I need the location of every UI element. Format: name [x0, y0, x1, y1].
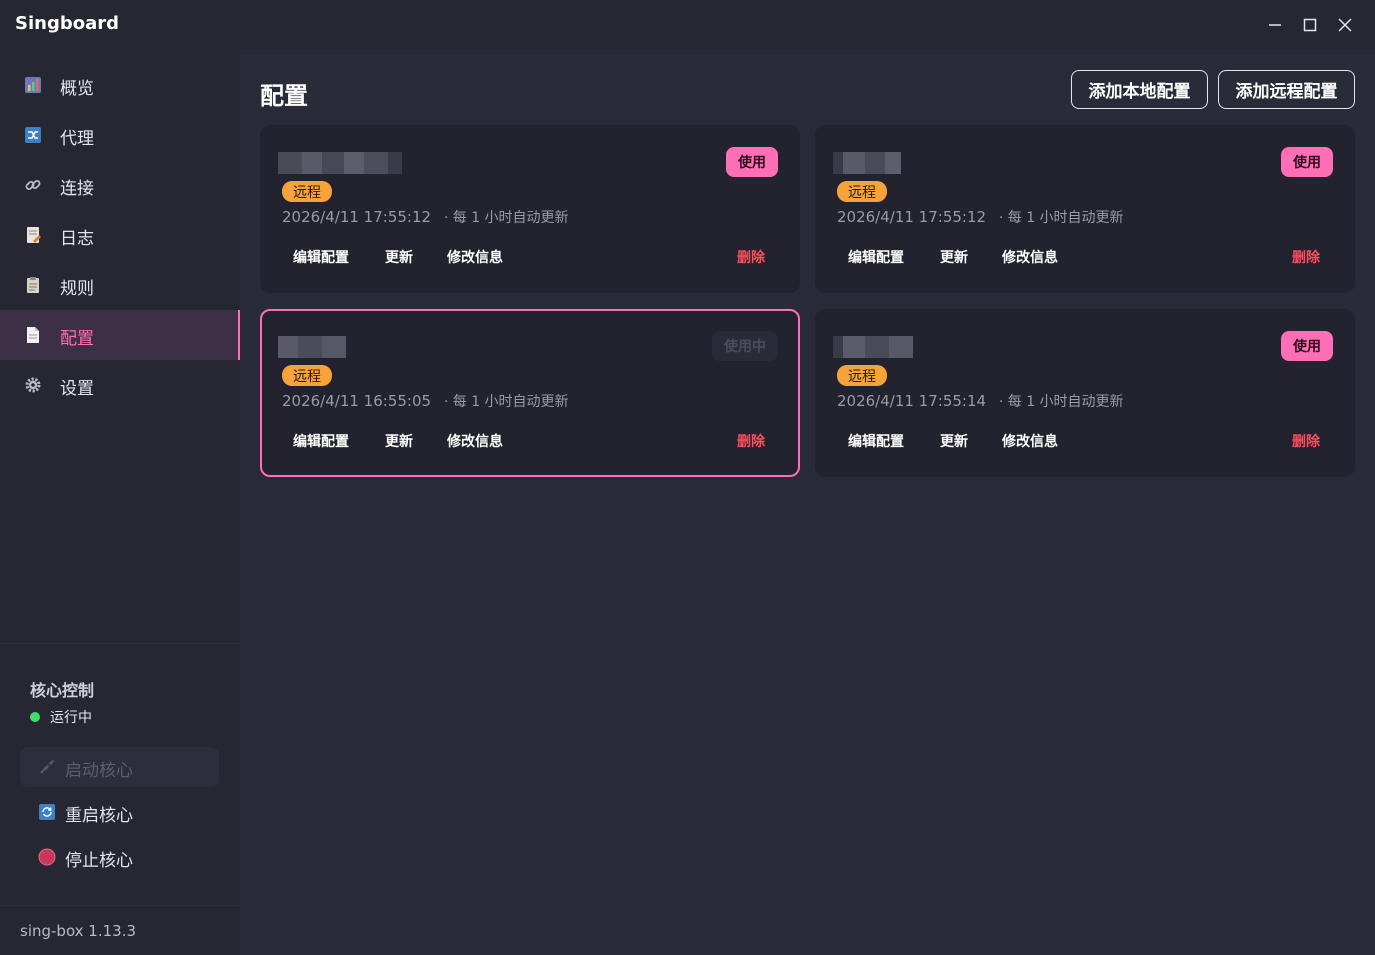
- restart-core-button[interactable]: 重启核心: [20, 792, 219, 832]
- main-content: 配置 添加本地配置 添加远程配置 使用 远程 2026/4/11 17:55:1…: [240, 50, 1375, 955]
- close-button[interactable]: [1330, 10, 1360, 40]
- use-profile-button[interactable]: 使用: [1281, 147, 1333, 177]
- core-status: 运行中: [30, 707, 92, 727]
- core-status-text: 运行中: [50, 710, 92, 726]
- gear-icon: [24, 376, 42, 394]
- modify-info-button[interactable]: 修改信息: [447, 247, 503, 267]
- sidebar-item-logs[interactable]: 日志: [0, 210, 240, 260]
- version-text: sing-box 1.13.3: [20, 922, 137, 940]
- delete-profile-button[interactable]: 删除: [737, 247, 765, 267]
- stop-core-label: 停止核心: [65, 851, 133, 871]
- maximize-button[interactable]: [1295, 10, 1325, 40]
- profile-card-active: 使用中 远程 2026/4/11 16:55:05 · 每 1 小时自动更新 编…: [260, 309, 800, 477]
- sidebar-item-label: 连接: [60, 179, 94, 199]
- profile-actions: 编辑配置 更新 修改信息 删除: [262, 431, 802, 455]
- profile-timestamp: 2026/4/11 17:55:12: [282, 208, 432, 226]
- add-local-profile-button[interactable]: 添加本地配置: [1071, 70, 1208, 109]
- page-title: 配置: [260, 82, 308, 110]
- profile-actions: 编辑配置 更新 修改信息 删除: [260, 247, 800, 271]
- profile-name-redacted: [278, 152, 402, 174]
- log-icon: [24, 226, 42, 244]
- profile-timestamp: 2026/4/11 17:55:14: [837, 392, 987, 410]
- delete-profile-button[interactable]: 删除: [1292, 431, 1320, 451]
- sidebar: 概览 代理 连接 日志 规则 配置 设置 核心控制 运行中 启动核心 重启核心 …: [0, 50, 240, 955]
- minimize-icon: [1269, 24, 1281, 26]
- profile-auto-update: · 每 1 小时自动更新: [443, 394, 569, 410]
- modify-info-button[interactable]: 修改信息: [1002, 247, 1058, 267]
- profile-name-redacted: [833, 152, 901, 174]
- rules-icon: [24, 276, 42, 294]
- remote-badge: 远程: [837, 181, 887, 202]
- sidebar-item-label: 日志: [60, 229, 94, 249]
- profile-card: 使用 远程 2026/4/11 17:55:14 · 每 1 小时自动更新 编辑…: [815, 309, 1355, 477]
- modify-info-button[interactable]: 修改信息: [1002, 431, 1058, 451]
- profile-meta: 2026/4/11 17:55:14 · 每 1 小时自动更新: [837, 391, 1124, 411]
- sidebar-item-label: 设置: [60, 379, 94, 399]
- link-icon: [24, 176, 42, 194]
- restart-core-label: 重启核心: [65, 806, 133, 826]
- profile-timestamp: 2026/4/11 17:55:12: [837, 208, 987, 226]
- stop-icon: [38, 848, 56, 866]
- minimize-button[interactable]: [1260, 10, 1290, 40]
- chart-icon: [24, 76, 42, 94]
- profile-actions: 编辑配置 更新 修改信息 删除: [815, 247, 1355, 271]
- status-dot-icon: [30, 712, 40, 722]
- profile-auto-update: · 每 1 小时自动更新: [443, 210, 569, 226]
- profile-name-redacted: [833, 336, 913, 358]
- sidebar-item-profiles[interactable]: 配置: [0, 310, 240, 360]
- stop-core-button[interactable]: 停止核心: [20, 837, 219, 877]
- shuffle-icon: [24, 126, 42, 144]
- title-bar: Singboard: [0, 0, 1375, 50]
- remote-badge: 远程: [282, 181, 332, 202]
- profile-name-redacted: [278, 336, 346, 358]
- sidebar-item-proxy[interactable]: 代理: [0, 110, 240, 160]
- sidebar-item-label: 配置: [60, 329, 94, 349]
- in-use-indicator: 使用中: [712, 331, 778, 361]
- edit-profile-button[interactable]: 编辑配置: [848, 247, 904, 267]
- profile-card: 使用 远程 2026/4/11 17:55:12 · 每 1 小时自动更新 编辑…: [815, 125, 1355, 293]
- modify-info-button[interactable]: 修改信息: [447, 431, 503, 451]
- sidebar-item-label: 代理: [60, 129, 94, 149]
- sidebar-item-rules[interactable]: 规则: [0, 260, 240, 310]
- version-bar: sing-box 1.13.3: [0, 905, 240, 955]
- close-icon: [1338, 18, 1352, 32]
- maximize-icon: [1303, 18, 1317, 32]
- core-control-panel: 核心控制 运行中 启动核心 重启核心 停止核心: [0, 643, 240, 905]
- profile-auto-update: · 每 1 小时自动更新: [998, 394, 1124, 410]
- profile-actions: 编辑配置 更新 修改信息 删除: [815, 431, 1355, 455]
- core-control-title: 核心控制: [30, 681, 95, 700]
- update-profile-button[interactable]: 更新: [940, 431, 968, 451]
- sidebar-item-label: 规则: [60, 279, 94, 299]
- profile-meta: 2026/4/11 17:55:12 · 每 1 小时自动更新: [282, 207, 569, 227]
- profile-auto-update: · 每 1 小时自动更新: [998, 210, 1124, 226]
- update-profile-button[interactable]: 更新: [940, 247, 968, 267]
- profile-meta: 2026/4/11 17:55:12 · 每 1 小时自动更新: [837, 207, 1124, 227]
- add-remote-profile-button[interactable]: 添加远程配置: [1218, 70, 1355, 109]
- sidebar-item-overview[interactable]: 概览: [0, 60, 240, 110]
- profile-card: 使用 远程 2026/4/11 17:55:12 · 每 1 小时自动更新 编辑…: [260, 125, 800, 293]
- sidebar-item-settings[interactable]: 设置: [0, 360, 240, 410]
- use-profile-button[interactable]: 使用: [726, 147, 778, 177]
- edit-profile-button[interactable]: 编辑配置: [293, 431, 349, 451]
- start-core-label: 启动核心: [65, 761, 133, 781]
- use-profile-button[interactable]: 使用: [1281, 331, 1333, 361]
- profile-timestamp: 2026/4/11 16:55:05: [282, 392, 432, 410]
- edit-profile-button[interactable]: 编辑配置: [293, 247, 349, 267]
- start-core-button[interactable]: 启动核心: [20, 747, 219, 787]
- delete-profile-button[interactable]: 删除: [737, 431, 765, 451]
- sidebar-item-label: 概览: [60, 79, 94, 99]
- profile-meta: 2026/4/11 16:55:05 · 每 1 小时自动更新: [282, 391, 569, 411]
- sidebar-item-connections[interactable]: 连接: [0, 160, 240, 210]
- update-profile-button[interactable]: 更新: [385, 247, 413, 267]
- app-title: Singboard: [15, 13, 119, 34]
- edit-profile-button[interactable]: 编辑配置: [848, 431, 904, 451]
- restart-icon: [38, 803, 56, 821]
- update-profile-button[interactable]: 更新: [385, 431, 413, 451]
- delete-profile-button[interactable]: 删除: [1292, 247, 1320, 267]
- remote-badge: 远程: [282, 365, 332, 386]
- document-icon: [24, 326, 42, 344]
- rocket-icon: [38, 758, 56, 776]
- remote-badge: 远程: [837, 365, 887, 386]
